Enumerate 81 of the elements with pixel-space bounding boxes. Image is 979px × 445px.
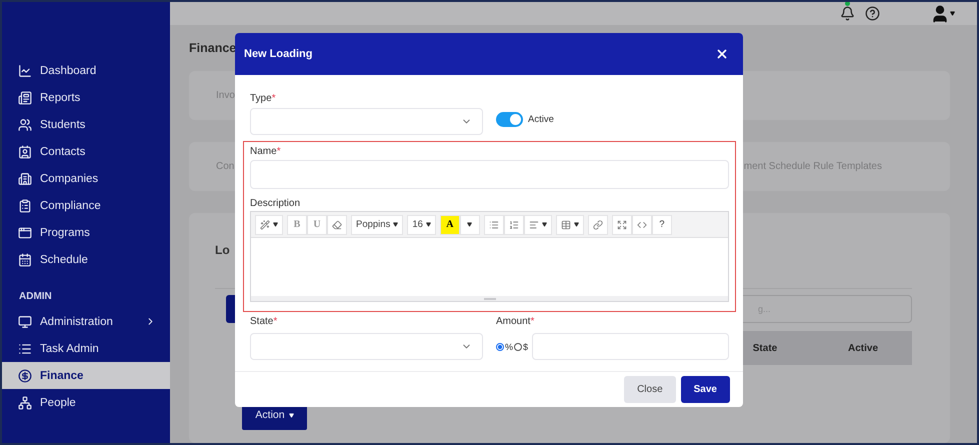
caret-icon: [426, 222, 431, 227]
help-icon[interactable]: [865, 6, 880, 21]
radio-button[interactable]: [496, 342, 504, 350]
list-icon: [18, 342, 32, 356]
field-label: Description: [250, 198, 302, 210]
sidebar-item[interactable]: Compliance: [2, 192, 170, 219]
toolbar-button[interactable]: [556, 214, 584, 234]
toolbar-button[interactable]: [524, 214, 552, 234]
table-icon: [560, 220, 571, 230]
caret-icon: [273, 222, 278, 227]
required-mark: *: [272, 93, 276, 104]
required-mark: *: [273, 316, 278, 327]
sidebar-item[interactable]: People: [2, 389, 170, 416]
caret-icon: [542, 222, 547, 227]
caret-icon: [467, 222, 472, 227]
radio-button[interactable]: [514, 342, 522, 350]
section-label: ADMIN: [18, 290, 53, 304]
toggle-label: Active: [528, 114, 554, 124]
toolbar-button[interactable]: [612, 214, 632, 234]
wand-icon: [260, 220, 270, 230]
align-icon: [528, 220, 539, 230]
checklist-icon: [18, 198, 32, 212]
page-title: Finance: [189, 41, 236, 55]
toolbar-button[interactable]: Poppins: [351, 214, 404, 234]
close-button[interactable]: [715, 47, 729, 61]
field-label: State*: [250, 316, 278, 328]
caret-icon: [288, 412, 294, 418]
sidebar-item[interactable]: Programs: [2, 219, 170, 246]
sidebar-item[interactable]: Companies: [2, 165, 170, 192]
dollar-icon: [18, 368, 32, 382]
field-label: Name*: [250, 146, 282, 158]
expand-icon: [616, 220, 627, 230]
contact-icon: [18, 144, 32, 158]
sidebar-item[interactable]: Administration: [2, 308, 170, 335]
required-mark: *: [276, 146, 281, 157]
rich-text-editor[interactable]: B U Poppins 16 A ?: [250, 211, 729, 302]
field-label: Type*: [250, 93, 277, 105]
active-toggle[interactable]: [496, 112, 523, 126]
sidebar-item[interactable]: Dashboard: [2, 57, 170, 84]
required-mark: *: [530, 316, 534, 327]
name-input[interactable]: [250, 160, 729, 189]
sidebar-item[interactable]: Schedule: [2, 246, 170, 273]
toolbar-button[interactable]: [460, 214, 480, 234]
field-label: Amount*: [496, 316, 536, 328]
column-header: State: [752, 342, 778, 354]
toolbar-button[interactable]: [255, 214, 283, 234]
toolbar-button[interactable]: ?: [652, 214, 672, 234]
panel-title: Lo: [215, 243, 230, 257]
sidebar-item[interactable]: Reports: [2, 84, 170, 111]
caret-icon: [393, 222, 398, 227]
sidebar-item[interactable]: Task Admin: [2, 335, 170, 362]
users-icon: [18, 118, 32, 132]
toolbar-button[interactable]: [327, 214, 347, 234]
eraser-icon: [332, 220, 342, 230]
sidebar-item[interactable]: Finance: [2, 362, 170, 389]
sidebar-item[interactable]: Students: [2, 111, 170, 138]
sidebar-item[interactable]: Contacts: [2, 138, 170, 165]
radio-label: %: [505, 342, 514, 352]
toolbar-button[interactable]: A: [440, 214, 460, 234]
dialog-title: New Loading: [244, 48, 312, 60]
monitor-icon: [18, 314, 32, 328]
caret-icon[interactable]: [950, 11, 955, 16]
resize-handle[interactable]: [484, 298, 496, 300]
calendar-icon: [18, 252, 32, 266]
chart-icon: [18, 64, 32, 78]
toolbar-button[interactable]: [504, 214, 524, 234]
bell-icon[interactable]: [840, 6, 855, 21]
close-button[interactable]: Close: [624, 376, 676, 403]
newspaper-icon: [18, 90, 32, 104]
save-button[interactable]: Save: [680, 376, 730, 403]
toolbar-button[interactable]: 16: [407, 214, 436, 234]
caret-icon: [574, 222, 579, 227]
toolbar-button[interactable]: [588, 214, 608, 234]
numbered-list-icon: [508, 220, 519, 230]
window-icon: [18, 226, 32, 240]
amount-input[interactable]: [532, 333, 729, 360]
radio-label: $: [523, 342, 528, 352]
column-header: Active: [848, 342, 878, 354]
building-icon: [18, 172, 32, 186]
code-icon: [636, 220, 647, 230]
link-icon: [592, 220, 603, 230]
